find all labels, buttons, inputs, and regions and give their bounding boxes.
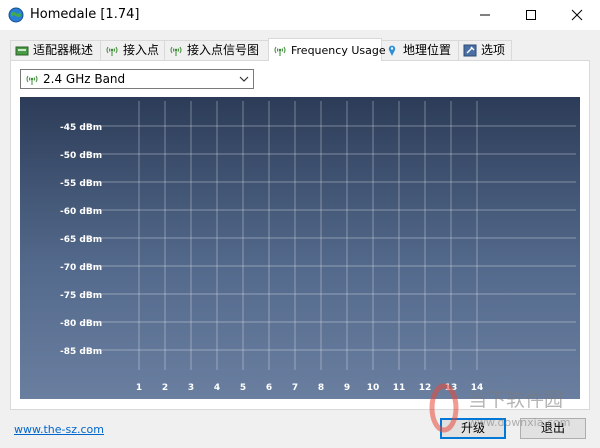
chevron-down-icon <box>239 76 249 82</box>
options-icon <box>463 44 477 57</box>
tab-frequency-usage[interactable]: Frequency Usage <box>268 38 386 61</box>
y-tick-label: -60 dBm <box>60 207 102 217</box>
antenna-icon <box>274 46 286 56</box>
antenna-icon <box>26 75 38 85</box>
x-tick-label: 4 <box>214 383 220 393</box>
title-bar: Homedale [1.74] <box>0 0 600 30</box>
y-tick-label: -50 dBm <box>60 151 102 161</box>
y-tick-label: -55 dBm <box>60 179 102 189</box>
antenna-icon <box>106 46 118 56</box>
antenna-icon <box>170 46 182 56</box>
y-tick-label: -85 dBm <box>60 347 102 357</box>
tab-access-points[interactable]: 接入点 <box>100 40 166 60</box>
minimize-icon <box>480 14 490 16</box>
watermark-logo: 当下软件园 www.downxia.com <box>429 383 570 433</box>
frequency-usage-chart: -45 dBm -50 dBm -55 dBm -60 dBm -65 dBm -70 d… <box>20 97 580 399</box>
band-select-value: 2.4 GHz Band <box>43 72 126 86</box>
x-tick-label: 9 <box>344 383 350 393</box>
y-tick-label: -75 dBm <box>60 291 102 301</box>
x-tick-label: 10 <box>367 383 380 393</box>
tab-geolocation[interactable]: 地理位置 <box>380 40 460 60</box>
website-link[interactable]: www.the-sz.com <box>14 423 104 436</box>
y-tick-label: -80 dBm <box>60 319 102 329</box>
x-tick-label: 7 <box>292 383 298 393</box>
map-pin-icon <box>388 45 396 56</box>
x-tick-label: 11 <box>393 383 406 393</box>
watermark-text-cn: 当下软件园 <box>468 389 563 411</box>
band-select[interactable]: 2.4 GHz Band <box>20 69 254 89</box>
adapter-icon <box>15 46 29 56</box>
tab-strip: 适配器概述 接入点 接入点信号图 Frequency Usage 地理位置 选项 <box>10 38 590 61</box>
tab-options[interactable]: 选项 <box>458 40 512 60</box>
x-tick-label: 2 <box>162 383 168 393</box>
watermark-url: www.downxia.com <box>468 416 570 429</box>
globe-app-icon <box>8 7 24 23</box>
minimize-button[interactable] <box>462 0 508 30</box>
tab-ap-signal-graph[interactable]: 接入点信号图 <box>164 40 270 60</box>
y-tick-label: -65 dBm <box>60 235 102 245</box>
x-tick-label: 8 <box>318 383 324 393</box>
y-tick-label: -70 dBm <box>60 263 102 273</box>
window-title: Homedale [1.74] <box>30 7 140 22</box>
close-button[interactable] <box>554 0 600 30</box>
x-tick-label: 1 <box>136 383 142 393</box>
tab-adapter-overview[interactable]: 适配器概述 <box>10 40 102 60</box>
x-tick-label: 5 <box>240 383 246 393</box>
x-tick-label: 6 <box>266 383 272 393</box>
chart-canvas: -45 dBm -50 dBm -55 dBm -60 dBm -65 dBm -70 d… <box>60 101 576 393</box>
maximize-icon <box>526 10 536 20</box>
x-tick-label: 3 <box>188 383 194 393</box>
maximize-button[interactable] <box>508 0 554 30</box>
close-icon <box>571 9 583 21</box>
y-tick-label: -45 dBm <box>60 123 102 133</box>
